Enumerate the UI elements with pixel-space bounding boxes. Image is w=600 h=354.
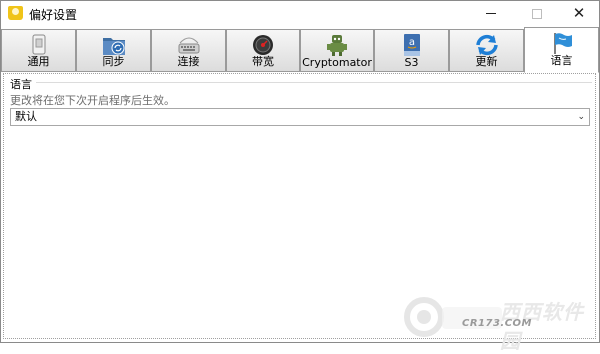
tab-general[interactable]: 通用	[1, 29, 76, 72]
title-bar: 偏好设置 ✕	[1, 1, 599, 26]
close-button[interactable]: ✕	[557, 1, 600, 26]
language-select[interactable]: 默认 ⌄	[10, 108, 590, 126]
maximize-icon	[532, 8, 542, 19]
tab-update[interactable]: 更新	[449, 29, 524, 72]
tab-cryptomator[interactable]: Cryptomator	[300, 29, 374, 72]
tab-connection[interactable]: 连接	[151, 29, 226, 72]
minimize-button[interactable]	[469, 1, 513, 26]
tab-label: 带宽	[252, 55, 274, 68]
watermark-site: CR173.COM	[462, 318, 533, 329]
tab-label: Cryptomator	[302, 56, 372, 69]
tab-label: 同步	[102, 55, 125, 68]
tab-label: S3	[404, 56, 419, 69]
svg-text:a: a	[408, 37, 414, 48]
minimize-icon	[486, 13, 496, 14]
preferences-toolbar: 通用 同步 连接 带宽 Cryptomator a S3 更新 语言	[1, 26, 599, 73]
chevron-down-icon: ⌄	[577, 112, 585, 122]
restart-hint: 更改将在您下次开启程序后生效。	[10, 94, 175, 107]
tab-label: 语言	[550, 54, 573, 67]
tab-s3[interactable]: a S3	[374, 29, 449, 72]
cryptomator-robot-icon	[327, 35, 347, 56]
tab-sync[interactable]: 同步	[76, 29, 151, 72]
language-select-value: 默认	[15, 110, 37, 123]
tab-language[interactable]: 语言	[524, 27, 599, 73]
window-title: 偏好设置	[29, 8, 78, 22]
tab-label: 通用	[27, 55, 50, 68]
preferences-window: 偏好设置 ✕ 通用 同步 连接 带宽 Cryptomator a S3 更新 语…	[0, 0, 600, 343]
group-label: 语言	[10, 78, 32, 91]
tab-label: 更新	[475, 55, 498, 68]
maximize-button[interactable]	[515, 1, 559, 26]
tab-label: 连接	[177, 55, 200, 68]
group-divider	[36, 82, 592, 83]
tab-bandwidth[interactable]: 带宽	[226, 29, 300, 72]
app-logo-icon	[8, 6, 23, 20]
amazon-s3-icon: a	[403, 34, 420, 56]
